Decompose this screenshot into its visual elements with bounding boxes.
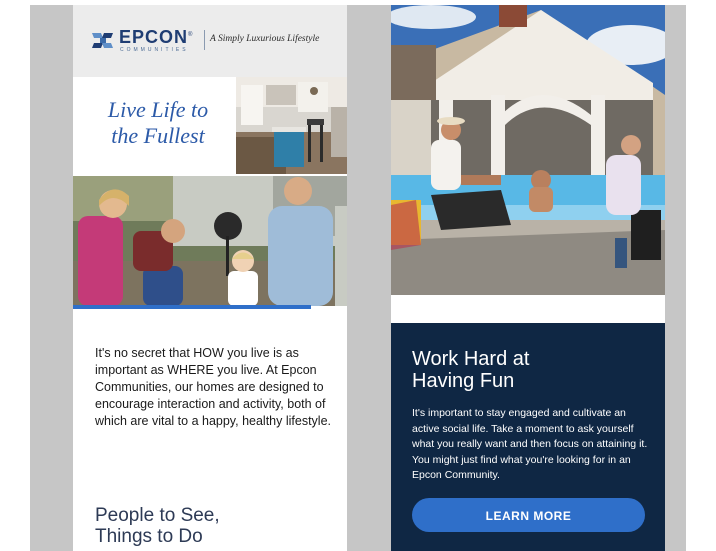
accent-rule	[73, 305, 311, 309]
kitchen-photo	[236, 77, 347, 174]
learn-more-button[interactable]: LEARN MORE	[412, 498, 645, 532]
email-preview-left: EPCON® COMMUNITIES A Simply Luxurious Li…	[73, 5, 347, 551]
block-heading: Work Hard at Having Fun	[412, 348, 530, 392]
intro-paragraph: It's no secret that HOW you live is as i…	[95, 346, 332, 428]
logo-subtext: COMMUNITIES	[120, 47, 189, 53]
section-heading: People to See, Things to Do	[95, 505, 220, 547]
pool-photo	[391, 5, 665, 295]
epcon-logo-icon	[92, 33, 113, 48]
logo-wordmark: EPCON®	[119, 27, 194, 47]
block-paragraph: It's important to stay engaged and culti…	[412, 407, 648, 481]
email-header: EPCON® COMMUNITIES A Simply Luxurious Li…	[73, 5, 347, 77]
email-preview-right: Work Hard at Having Fun It's important t…	[391, 5, 665, 551]
brand-tagline: A Simply Luxurious Lifestyle	[210, 34, 320, 44]
hero-heading: Live Life to the Fullest	[107, 97, 209, 148]
header-divider	[204, 30, 205, 50]
family-photo	[73, 176, 347, 306]
